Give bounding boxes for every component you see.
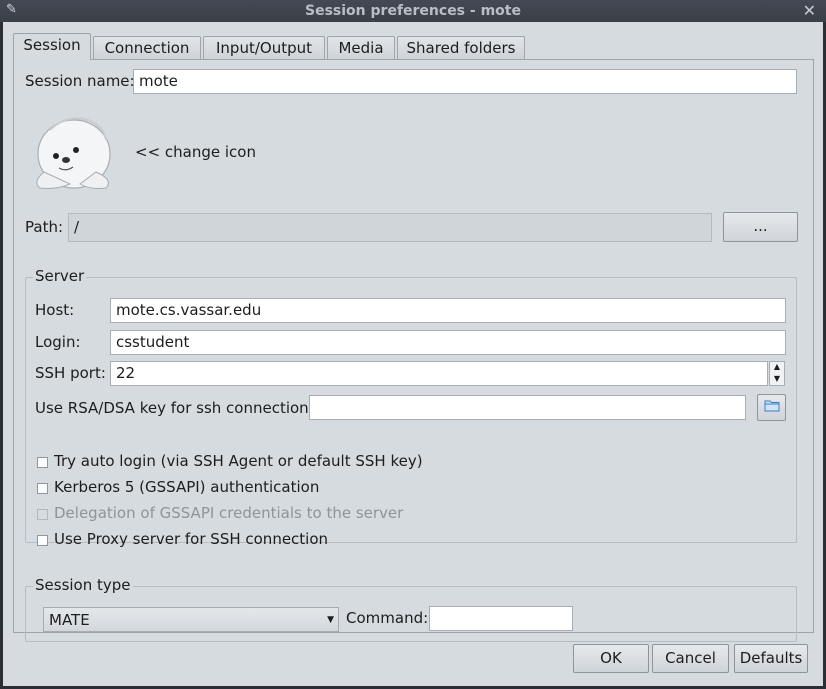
server-group-title: Server [33,267,87,285]
proxy-checkbox[interactable] [37,535,48,546]
session-type-value: MATE [49,611,90,629]
folder-icon [764,400,779,412]
tab-connection[interactable]: Connection [93,36,201,60]
dropdown-arrow-icon: ▼ [327,615,334,625]
close-icon[interactable]: ✕ [803,1,816,20]
gssapi-delegation-label: Delegation of GSSAPI credentials to the … [54,504,404,522]
auto-login-label[interactable]: Try auto login (via SSH Agent or default… [54,452,423,470]
defaults-button[interactable]: Defaults [734,644,808,673]
ssh-port-spinner[interactable]: ▲ ▼ [769,361,785,386]
tab-session[interactable]: Session [13,33,91,60]
login-input[interactable]: csstudent [110,330,786,355]
session-name-label: Session name: [25,72,135,90]
ok-button[interactable]: OK [573,644,649,673]
cancel-button[interactable]: Cancel [652,644,729,673]
path-label: Path: [25,218,64,236]
path-field[interactable]: / [68,213,712,242]
spin-up-icon[interactable]: ▲ [770,362,784,374]
auto-login-checkbox[interactable] [37,457,48,468]
command-input[interactable] [429,606,573,631]
session-panel: Session name: mote << change icon Path: … [13,59,814,642]
tab-media[interactable]: Media [327,36,395,60]
window-title: Session preferences - mote [305,3,521,19]
rsa-key-input[interactable] [309,395,746,420]
host-label: Host: [35,301,75,319]
dialog: Session Connection Input/Output Media Sh… [3,22,823,686]
session-icon[interactable] [26,110,121,195]
kerberos-checkbox[interactable] [37,483,48,494]
login-label: Login: [35,333,81,351]
host-input[interactable]: mote.cs.vassar.edu [110,298,786,323]
change-icon-label[interactable]: << change icon [135,143,256,161]
gssapi-delegation-checkbox [37,509,48,520]
ssh-port-input[interactable]: 22 [110,361,768,386]
browse-path-button[interactable]: ... [723,212,798,242]
session-type-title: Session type [33,576,133,594]
session-name-input[interactable]: mote [133,69,797,94]
open-folder-button[interactable] [757,394,786,421]
command-label: Command: [346,609,429,627]
tab-input-output[interactable]: Input/Output [203,36,325,60]
ssh-port-label: SSH port: [35,364,106,382]
rsa-key-label: Use RSA/DSA key for ssh connection: [35,399,314,417]
kerberos-label[interactable]: Kerberos 5 (GSSAPI) authentication [54,478,319,496]
session-type-select[interactable]: MATE ▼ [43,607,339,632]
title-bar: ✎ Session preferences - mote ✕ [0,0,826,22]
spin-down-icon[interactable]: ▼ [770,374,784,386]
proxy-label[interactable]: Use Proxy server for SSH connection [54,530,328,548]
tab-shared-folders[interactable]: Shared folders [397,36,525,60]
